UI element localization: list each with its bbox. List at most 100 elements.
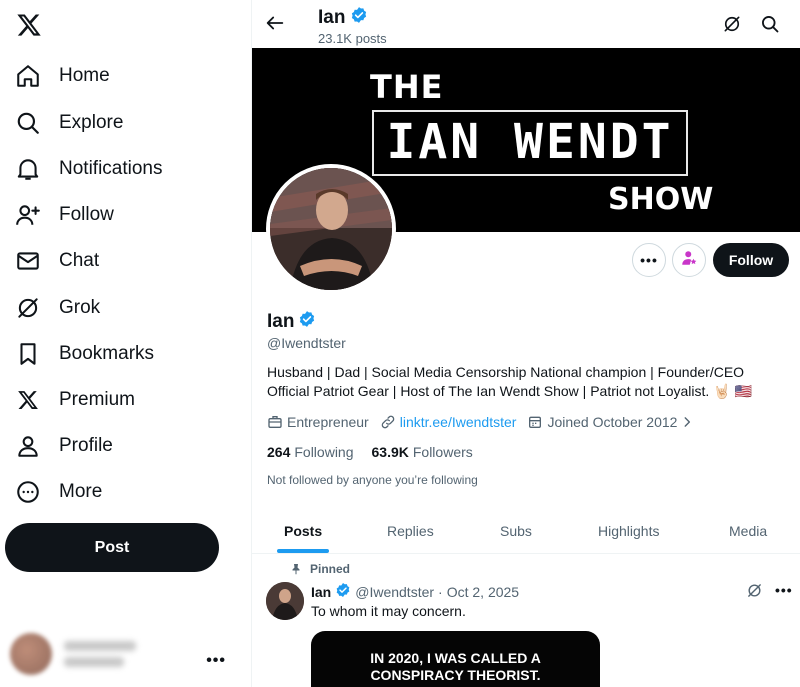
- account-name-blurred: [64, 635, 136, 673]
- following-count: 264: [267, 444, 291, 460]
- nav-bookmarks[interactable]: Bookmarks: [14, 334, 154, 374]
- pin-icon: [292, 564, 300, 575]
- nav-follow[interactable]: Follow: [14, 195, 114, 235]
- followers-stat[interactable]: 63.9K Followers: [372, 444, 473, 460]
- nav-home[interactable]: Home: [14, 56, 110, 96]
- banner-line-2: IAN WENDT: [386, 114, 674, 170]
- nav-profile-label: Profile: [59, 435, 113, 456]
- post-count: 23.1K posts: [318, 31, 387, 46]
- grok-icon[interactable]: [746, 582, 763, 604]
- tab-posts[interactable]: Posts: [284, 508, 322, 554]
- post-date[interactable]: Oct 2, 2025: [447, 584, 519, 600]
- post-header: Ian @Iwendtster · Oct 2, 2025: [311, 582, 519, 601]
- active-tab-indicator: [277, 549, 329, 553]
- nav-more-label: More: [59, 481, 103, 502]
- post-avatar[interactable]: [266, 582, 304, 620]
- profile-handle: @Iwendtster: [267, 335, 346, 351]
- bookmark-icon: [14, 340, 42, 368]
- search-icon[interactable]: [760, 14, 780, 39]
- grok-icon: [14, 294, 42, 322]
- profile-name: Ian: [267, 310, 316, 334]
- follow-stats: 264 Following 63.9K Followers: [267, 444, 491, 460]
- account-more-button[interactable]: •••: [206, 652, 226, 670]
- x-logo-icon: [14, 386, 42, 414]
- nav-premium-label: Premium: [59, 389, 136, 410]
- tab-highlights[interactable]: Highlights: [598, 508, 659, 554]
- person-icon: [14, 432, 42, 460]
- banner-line-1: THE: [370, 68, 444, 106]
- not-followed-note: Not followed by anyone you’re following: [267, 473, 478, 487]
- post-media[interactable]: IN 2020, I WAS CALLED A CONSPIRACY THEOR…: [311, 631, 600, 687]
- chevron-right-icon: [684, 417, 691, 427]
- nav-chat[interactable]: Chat: [14, 241, 99, 281]
- nav-explore-label: Explore: [59, 112, 124, 133]
- post-text: To whom it may concern.: [311, 603, 466, 619]
- nav-more[interactable]: More: [14, 472, 102, 512]
- nav-premium[interactable]: Premium: [14, 380, 135, 420]
- account-switcher[interactable]: •••: [10, 624, 240, 684]
- nav-explore[interactable]: Explore: [14, 103, 123, 143]
- mail-icon: [14, 247, 42, 275]
- nav-bookmarks-label: Bookmarks: [59, 343, 155, 364]
- nav-chat-label: Chat: [59, 250, 100, 271]
- profile-avatar[interactable]: [266, 164, 396, 294]
- profile-bio: Husband | Dad | Social Media Censorship …: [267, 364, 752, 399]
- profession-label: Entrepreneur: [287, 414, 369, 430]
- more-options-button[interactable]: •••: [632, 243, 666, 277]
- home-icon: [14, 62, 42, 90]
- profile-tabs: Posts Replies Subs Highlights Media: [252, 508, 800, 554]
- briefcase-icon: [268, 416, 282, 428]
- nav-notifications-label: Notifications: [59, 158, 163, 179]
- header-name: Ian: [318, 7, 346, 28]
- nav-home-label: Home: [59, 65, 110, 86]
- follow-button[interactable]: Follow: [713, 243, 789, 277]
- header-title: Ian: [318, 6, 368, 30]
- nav-follow-label: Follow: [59, 204, 114, 225]
- following-label: Following: [294, 444, 354, 460]
- grok-icon[interactable]: [722, 14, 742, 39]
- profession-item: Entrepreneur: [267, 414, 369, 430]
- nav-profile[interactable]: Profile: [14, 426, 113, 466]
- link-icon: [381, 415, 395, 429]
- more-circle-icon: [14, 478, 42, 506]
- post-button[interactable]: Post: [5, 523, 219, 572]
- pinned-label: Pinned: [310, 562, 351, 576]
- verified-badge-icon: [350, 6, 368, 30]
- follow-icon: [14, 201, 42, 229]
- post-author-handle[interactable]: @Iwendtster: [355, 584, 434, 600]
- verified-badge-icon[interactable]: [298, 310, 316, 334]
- verified-badge-icon[interactable]: [335, 582, 351, 601]
- bell-icon: [14, 155, 42, 183]
- subscribe-button[interactable]: [672, 243, 706, 277]
- nav-notifications[interactable]: Notifications: [14, 149, 163, 189]
- post-author-name[interactable]: Ian: [311, 584, 331, 600]
- following-stat[interactable]: 264 Following: [267, 444, 354, 460]
- nav-grok[interactable]: Grok: [14, 288, 100, 328]
- x-logo-icon[interactable]: [16, 12, 44, 40]
- profile-display-name: Ian: [267, 311, 295, 332]
- sidebar: Home Explore Notifications Follow Chat G…: [0, 0, 252, 687]
- profile-column: Ian 23.1K posts THE IAN WENDT SHOW ••• F…: [252, 0, 800, 687]
- profile-header-bar: Ian 23.1K posts: [252, 0, 800, 48]
- back-arrow-icon[interactable]: [264, 12, 288, 36]
- tab-media[interactable]: Media: [729, 508, 767, 554]
- website-link[interactable]: linktr.ee/Iwendtster: [400, 414, 517, 430]
- tab-subs[interactable]: Subs: [500, 508, 532, 554]
- pinned-indicator: Pinned: [290, 562, 350, 576]
- tab-replies[interactable]: Replies: [387, 508, 434, 554]
- post-media-text-1: IN 2020, I WAS CALLED A: [370, 650, 541, 666]
- followers-count: 63.9K: [371, 444, 409, 460]
- avatar: [10, 633, 52, 675]
- nav-grok-label: Grok: [59, 297, 101, 318]
- website-item[interactable]: linktr.ee/Iwendtster: [380, 414, 517, 430]
- post-more-button[interactable]: •••: [775, 582, 793, 598]
- followers-label: Followers: [412, 444, 473, 460]
- subscribe-icon: [680, 249, 698, 272]
- post-media-text-2: CONSPIRACY THEORIST.: [370, 667, 541, 683]
- profile-meta: Entrepreneur linktr.ee/Iwendtster Joined…: [267, 412, 709, 432]
- post-separator: ·: [438, 583, 443, 600]
- search-icon: [14, 109, 42, 137]
- joined-item[interactable]: Joined October 2012: [527, 414, 698, 430]
- banner-line-3: SHOW: [608, 182, 714, 217]
- joined-label: Joined October 2012: [547, 414, 678, 430]
